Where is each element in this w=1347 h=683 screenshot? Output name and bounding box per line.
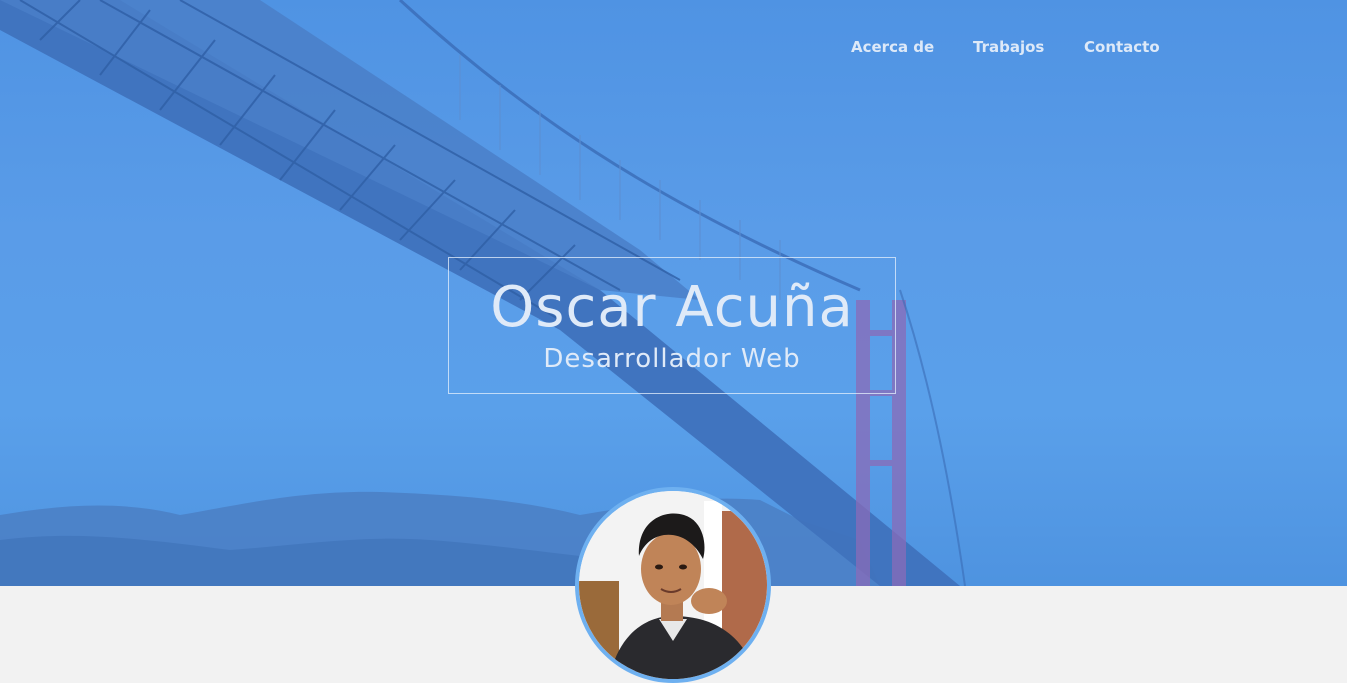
nav-item-trabajos[interactable]: Trabajos	[973, 38, 1044, 56]
hero-name: Oscar Acuña	[490, 275, 854, 340]
main-nav: Acerca de Trabajos Contacto	[0, 38, 1347, 58]
nav-item-acerca-de[interactable]: Acerca de	[851, 38, 934, 56]
profile-photo	[579, 491, 767, 679]
hero-role: Desarrollador Web	[543, 344, 801, 374]
hero-title-box: Oscar Acuña Desarrollador Web	[448, 257, 896, 394]
nav-item-contacto[interactable]: Contacto	[1084, 38, 1160, 56]
avatar	[575, 487, 771, 683]
avatar-portrait-image	[579, 491, 767, 679]
